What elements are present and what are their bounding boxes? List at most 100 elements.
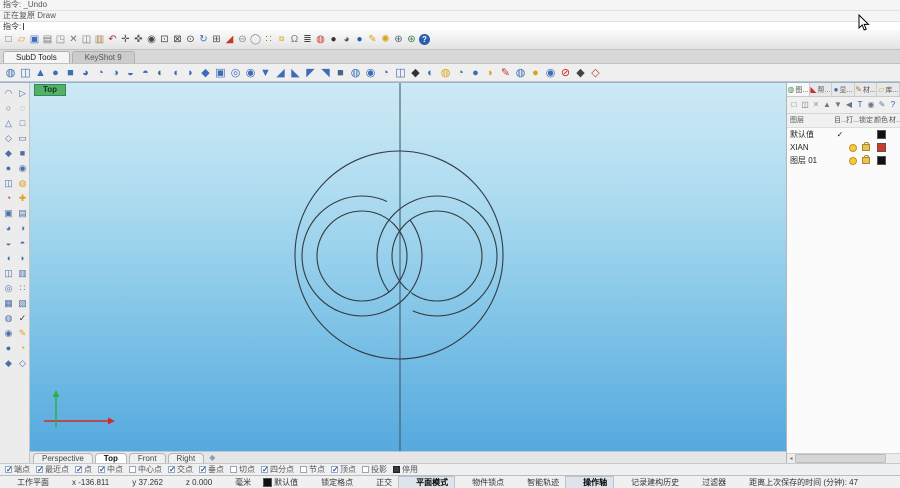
- current-layer-check-icon[interactable]: ✓: [837, 130, 844, 139]
- subd-tool-13-icon[interactable]: ◗: [183, 65, 198, 81]
- color-wheel-icon[interactable]: ◍: [314, 32, 327, 47]
- side-tool-26-icon[interactable]: ▥: [16, 266, 29, 281]
- osnap-tan[interactable]: 切点: [230, 464, 255, 475]
- scrollbar-thumb[interactable]: [795, 454, 886, 463]
- find-layer-icon[interactable]: ◉: [866, 99, 876, 111]
- move-icon[interactable]: ✜: [132, 32, 145, 47]
- grid-options-icon[interactable]: ⊕: [392, 32, 405, 47]
- hide-object-icon[interactable]: ⊖: [236, 32, 249, 47]
- new-layer-icon[interactable]: □: [789, 99, 799, 111]
- subd-tool-37-icon[interactable]: ◉: [543, 65, 558, 81]
- subd-tool-6-icon[interactable]: ◕: [78, 65, 93, 81]
- planar-toggle[interactable]: 平面模式: [398, 475, 456, 488]
- side-tool-20-icon[interactable]: ◑: [16, 221, 29, 236]
- osnap-checkbox[interactable]: [230, 466, 237, 473]
- osnap-checkbox[interactable]: [5, 465, 13, 474]
- panel-tab-libraries[interactable]: ▱ 库...: [877, 83, 900, 96]
- earth-icon[interactable]: ⊛: [405, 32, 418, 47]
- open-folder-icon[interactable]: ▱: [15, 32, 28, 47]
- layer-lock-icon[interactable]: [862, 155, 870, 165]
- subd-tool-16-icon[interactable]: ◎: [228, 65, 243, 81]
- subd-tool-30-icon[interactable]: ◍: [438, 65, 453, 81]
- scroll-left-arrow-icon[interactable]: ◂: [787, 455, 795, 462]
- subd-tool-23-icon[interactable]: ■: [333, 65, 348, 81]
- side-tool-33-icon[interactable]: ◉: [2, 326, 15, 341]
- side-tool-8-icon[interactable]: ▭: [16, 131, 29, 146]
- side-tool-29-icon[interactable]: ▦: [2, 296, 15, 311]
- render-preview-icon[interactable]: ◕: [340, 32, 353, 47]
- osnap-checkbox[interactable]: [75, 465, 83, 474]
- osnap-checkbox[interactable]: [199, 465, 207, 474]
- cplane-pane[interactable]: 工作平面: [0, 477, 55, 488]
- osnap-checkbox[interactable]: [36, 465, 44, 474]
- XIAN[interactable]: XIAN ✓: [787, 141, 900, 154]
- y-coordinate[interactable]: y 37.262: [115, 477, 169, 488]
- osnap-project[interactable]: 投影: [362, 464, 387, 475]
- 图层 01[interactable]: 图层 01 ✓: [787, 154, 900, 167]
- show-object-icon[interactable]: ◯: [249, 32, 262, 47]
- osnap-quad[interactable]: 四分点: [261, 464, 294, 475]
- lock-object-icon[interactable]: Ω: [288, 32, 301, 47]
- side-tool-23-icon[interactable]: ◖: [2, 251, 15, 266]
- viewport-title-badge[interactable]: Top: [34, 84, 67, 96]
- subd-tool-7-icon[interactable]: ◔: [93, 65, 108, 81]
- gumball-toggle[interactable]: 操作轴: [565, 475, 615, 488]
- subd-tool-10-icon[interactable]: ◓: [138, 65, 153, 81]
- osnap-knot[interactable]: 节点: [300, 464, 325, 475]
- subd-tool-35-icon[interactable]: ◍: [513, 65, 528, 81]
- x-coordinate[interactable]: x -136.811: [55, 477, 115, 488]
- side-tool-38-icon[interactable]: ◇: [16, 356, 29, 371]
- subd-tool-40-icon[interactable]: ◇: [588, 65, 603, 81]
- subd-tool-4-icon[interactable]: ●: [48, 65, 63, 81]
- side-tool-10-icon[interactable]: ■: [16, 146, 29, 161]
- layer-state-icon[interactable]: ≣: [301, 32, 314, 47]
- osnap-vertex[interactable]: 顶点: [331, 464, 356, 475]
- osnap-checkbox[interactable]: [129, 466, 136, 473]
- units-pane[interactable]: 毫米: [218, 477, 257, 488]
- side-tool-37-icon[interactable]: ◆: [2, 356, 15, 371]
- subd-tool-3-icon[interactable]: ▲: [33, 65, 48, 81]
- osnap-near[interactable]: 最近点: [36, 464, 69, 475]
- copy-icon[interactable]: ◫: [80, 32, 93, 47]
- side-tool-2-icon[interactable]: ▷: [16, 86, 29, 101]
- zoom-selected-icon[interactable]: ⊙: [184, 32, 197, 47]
- smarttrack-toggle[interactable]: 智能轨迹: [510, 477, 565, 488]
- subd-tool-19-icon[interactable]: ◢: [273, 65, 288, 81]
- osnap-toggle[interactable]: 物件锁点: [455, 477, 510, 488]
- side-tool-17-icon[interactable]: ▣: [2, 206, 15, 221]
- side-tool-6-icon[interactable]: □: [16, 116, 29, 131]
- osnap-cen[interactable]: 中心点: [129, 464, 162, 475]
- layer-color-swatch[interactable]: [876, 156, 886, 166]
- side-tool-31-icon[interactable]: ◍: [2, 311, 15, 326]
- osnap-checkbox[interactable]: [362, 466, 369, 473]
- panel-tab-display[interactable]: ● 显...: [832, 83, 855, 96]
- layer-on-bulb-icon[interactable]: [848, 156, 857, 165]
- side-tool-16-icon[interactable]: ✚: [16, 191, 29, 206]
- side-tool-27-icon[interactable]: ◎: [2, 281, 15, 296]
- z-coordinate[interactable]: z 0.000: [169, 477, 218, 488]
- layer-color-swatch[interactable]: [876, 143, 886, 153]
- side-tool-35-icon[interactable]: ●: [2, 341, 15, 356]
- side-tool-18-icon[interactable]: ▤: [16, 206, 29, 221]
- grid-snap-toggle[interactable]: 锁定格点: [304, 477, 359, 488]
- side-tool-19-icon[interactable]: ◕: [2, 221, 15, 236]
- side-tool-1-icon[interactable]: ◠: [2, 86, 15, 101]
- side-tool-25-icon[interactable]: ◫: [2, 266, 15, 281]
- subd-tool-2-icon[interactable]: ◫: [18, 65, 33, 81]
- paste-icon[interactable]: ▥: [93, 32, 106, 47]
- subd-tool-28-icon[interactable]: ◆: [408, 65, 423, 81]
- four-viewports-icon[interactable]: ⊞: [210, 32, 223, 47]
- side-tool-21-icon[interactable]: ◒: [2, 236, 15, 251]
- subd-tool-34-icon[interactable]: ✎: [498, 65, 513, 81]
- side-tool-22-icon[interactable]: ◓: [16, 236, 29, 251]
- panel-tab-layers[interactable]: ◍ 图...: [787, 83, 810, 96]
- 默认值[interactable]: 默认值 ✓: [787, 128, 900, 141]
- subd-tool-26-icon[interactable]: ◔: [378, 65, 393, 81]
- delete-layer-icon[interactable]: ✕: [811, 99, 821, 111]
- side-tool-28-icon[interactable]: ∷: [16, 281, 29, 296]
- osnap-checkbox[interactable]: [261, 465, 269, 474]
- new-sublayer-icon[interactable]: ◫: [800, 99, 810, 111]
- layer-tools-icon[interactable]: ✎: [877, 99, 887, 111]
- subd-tool-21-icon[interactable]: ◤: [303, 65, 318, 81]
- side-tool-12-icon[interactable]: ◉: [16, 161, 29, 176]
